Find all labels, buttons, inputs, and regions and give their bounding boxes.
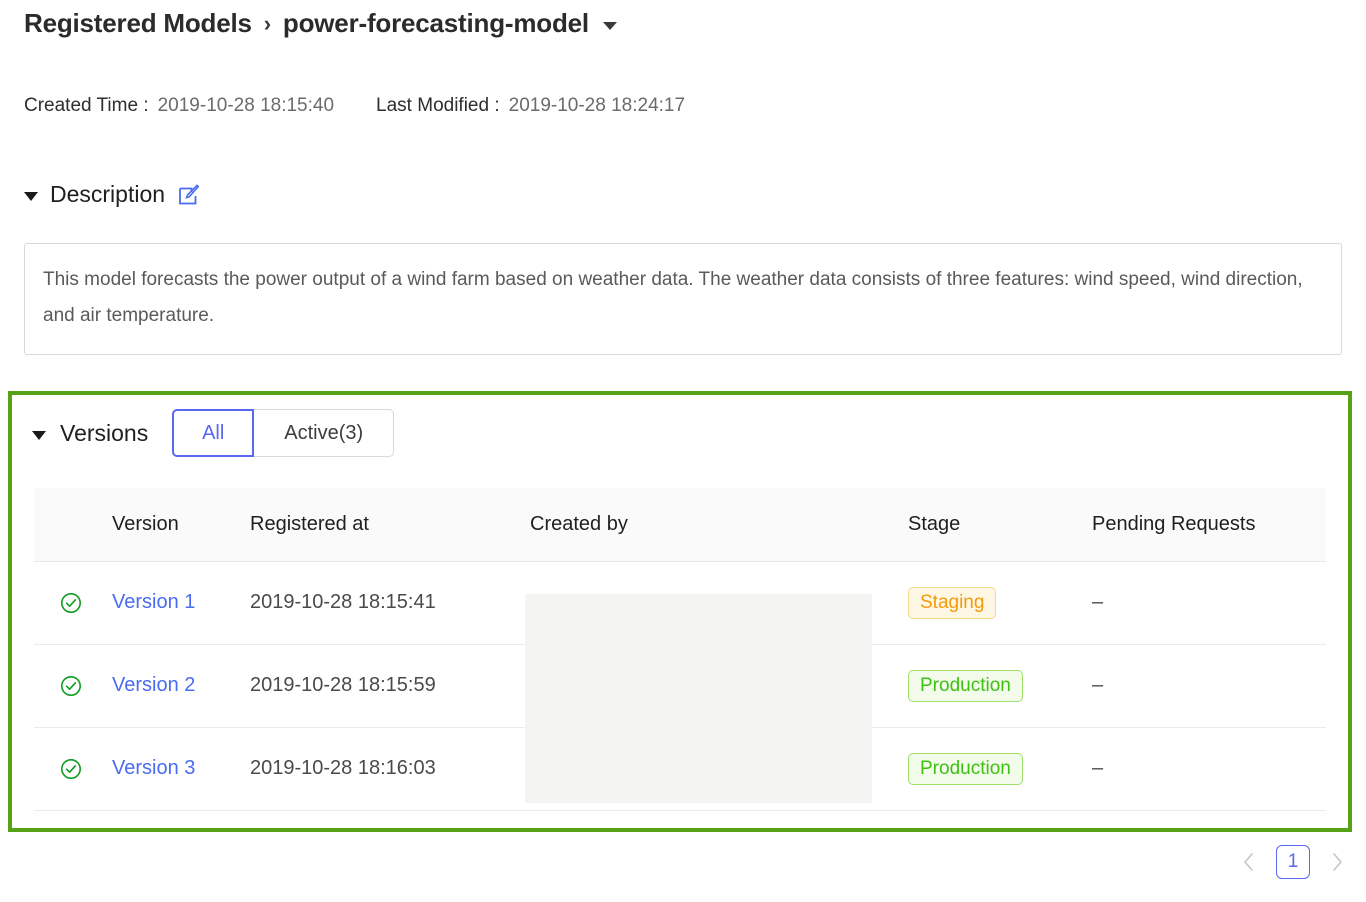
row-pending-requests: –: [1092, 727, 1326, 810]
created-time-value: 2019-10-28 18:15:40: [158, 95, 334, 117]
pagination-page-1[interactable]: 1: [1276, 845, 1310, 879]
column-header-status: [34, 488, 112, 561]
check-circle-icon: [34, 758, 112, 780]
breadcrumb: Registered Models › power-forecasting-mo…: [24, 8, 617, 39]
column-header-created-by: Created by: [530, 488, 908, 561]
table-header-row: Version Registered at Created by Stage P…: [34, 488, 1326, 561]
edit-description-icon[interactable]: [177, 183, 201, 207]
row-created-by: [530, 727, 908, 810]
row-registered-at: 2019-10-28 18:15:41: [250, 561, 530, 644]
versions-table-head: Version Registered at Created by Stage P…: [34, 488, 1326, 561]
breadcrumb-current-model: power-forecasting-model: [283, 8, 589, 39]
check-circle-icon: [34, 675, 112, 697]
row-registered-at: 2019-10-28 18:15:59: [250, 644, 530, 727]
pagination-next-icon[interactable]: [1324, 846, 1350, 878]
last-modified-label: Last Modified :: [376, 95, 500, 117]
versions-collapse-triangle-icon[interactable]: [32, 431, 46, 440]
versions-title: Versions: [60, 420, 148, 447]
row-pending-requests: –: [1092, 644, 1326, 727]
table-row[interactable]: Version 1 2019-10-28 18:15:41 Staging –: [34, 561, 1326, 644]
status-badge: Staging: [908, 587, 996, 619]
breadcrumb-separator-icon: ›: [262, 11, 273, 37]
versions-panel: Versions All Active(3) Version Registere…: [8, 391, 1352, 832]
row-stage-cell: Staging: [908, 561, 1092, 644]
table-row[interactable]: Version 2 2019-10-28 18:15:59 Production…: [34, 644, 1326, 727]
pagination: 1: [1236, 845, 1350, 879]
row-version-cell: Version 1: [112, 561, 250, 644]
row-version-cell: Version 3: [112, 727, 250, 810]
status-badge: Production: [908, 670, 1023, 702]
version-link[interactable]: Version 3: [112, 757, 195, 779]
description-collapse-triangle-icon[interactable]: [24, 192, 38, 201]
model-detail-page: Registered Models › power-forecasting-mo…: [0, 0, 1366, 902]
row-created-by: [530, 561, 908, 644]
column-header-version: Version: [112, 488, 250, 561]
column-header-registered-at: Registered at: [250, 488, 530, 561]
check-circle-icon: [34, 592, 112, 614]
versions-table-body: Version 1 2019-10-28 18:15:41 Staging –: [34, 561, 1326, 810]
row-registered-at: 2019-10-28 18:16:03: [250, 727, 530, 810]
row-created-by: [530, 644, 908, 727]
versions-table: Version Registered at Created by Stage P…: [34, 488, 1326, 811]
row-pending-requests: –: [1092, 561, 1326, 644]
last-modified-value: 2019-10-28 18:24:17: [509, 95, 685, 117]
description-title: Description: [50, 181, 165, 208]
row-stage-cell: Production: [908, 727, 1092, 810]
status-badge: Production: [908, 753, 1023, 785]
row-status-cell: [34, 644, 112, 727]
model-dropdown-caret-icon[interactable]: [603, 22, 617, 30]
description-text: This model forecasts the power output of…: [43, 262, 1323, 334]
tab-active[interactable]: Active(3): [254, 409, 394, 457]
column-header-stage: Stage: [908, 488, 1092, 561]
row-version-cell: Version 2: [112, 644, 250, 727]
version-link[interactable]: Version 2: [112, 674, 195, 696]
model-meta-row: Created Time : 2019-10-28 18:15:40 Last …: [24, 95, 685, 117]
description-section-header[interactable]: Description: [24, 181, 201, 208]
row-status-cell: [34, 561, 112, 644]
row-status-cell: [34, 727, 112, 810]
versions-section-header: Versions All Active(3): [32, 409, 394, 457]
versions-filter-tabs: All Active(3): [172, 409, 394, 457]
version-link[interactable]: Version 1: [112, 591, 195, 613]
tab-all[interactable]: All: [172, 409, 254, 457]
table-row[interactable]: Version 3 2019-10-28 18:16:03 Production…: [34, 727, 1326, 810]
description-textbox: This model forecasts the power output of…: [24, 243, 1342, 355]
created-time-label: Created Time :: [24, 95, 149, 117]
column-header-pending-requests: Pending Requests: [1092, 488, 1326, 561]
pagination-prev-icon[interactable]: [1236, 846, 1262, 878]
breadcrumb-registered-models-link[interactable]: Registered Models: [24, 8, 252, 39]
row-stage-cell: Production: [908, 644, 1092, 727]
